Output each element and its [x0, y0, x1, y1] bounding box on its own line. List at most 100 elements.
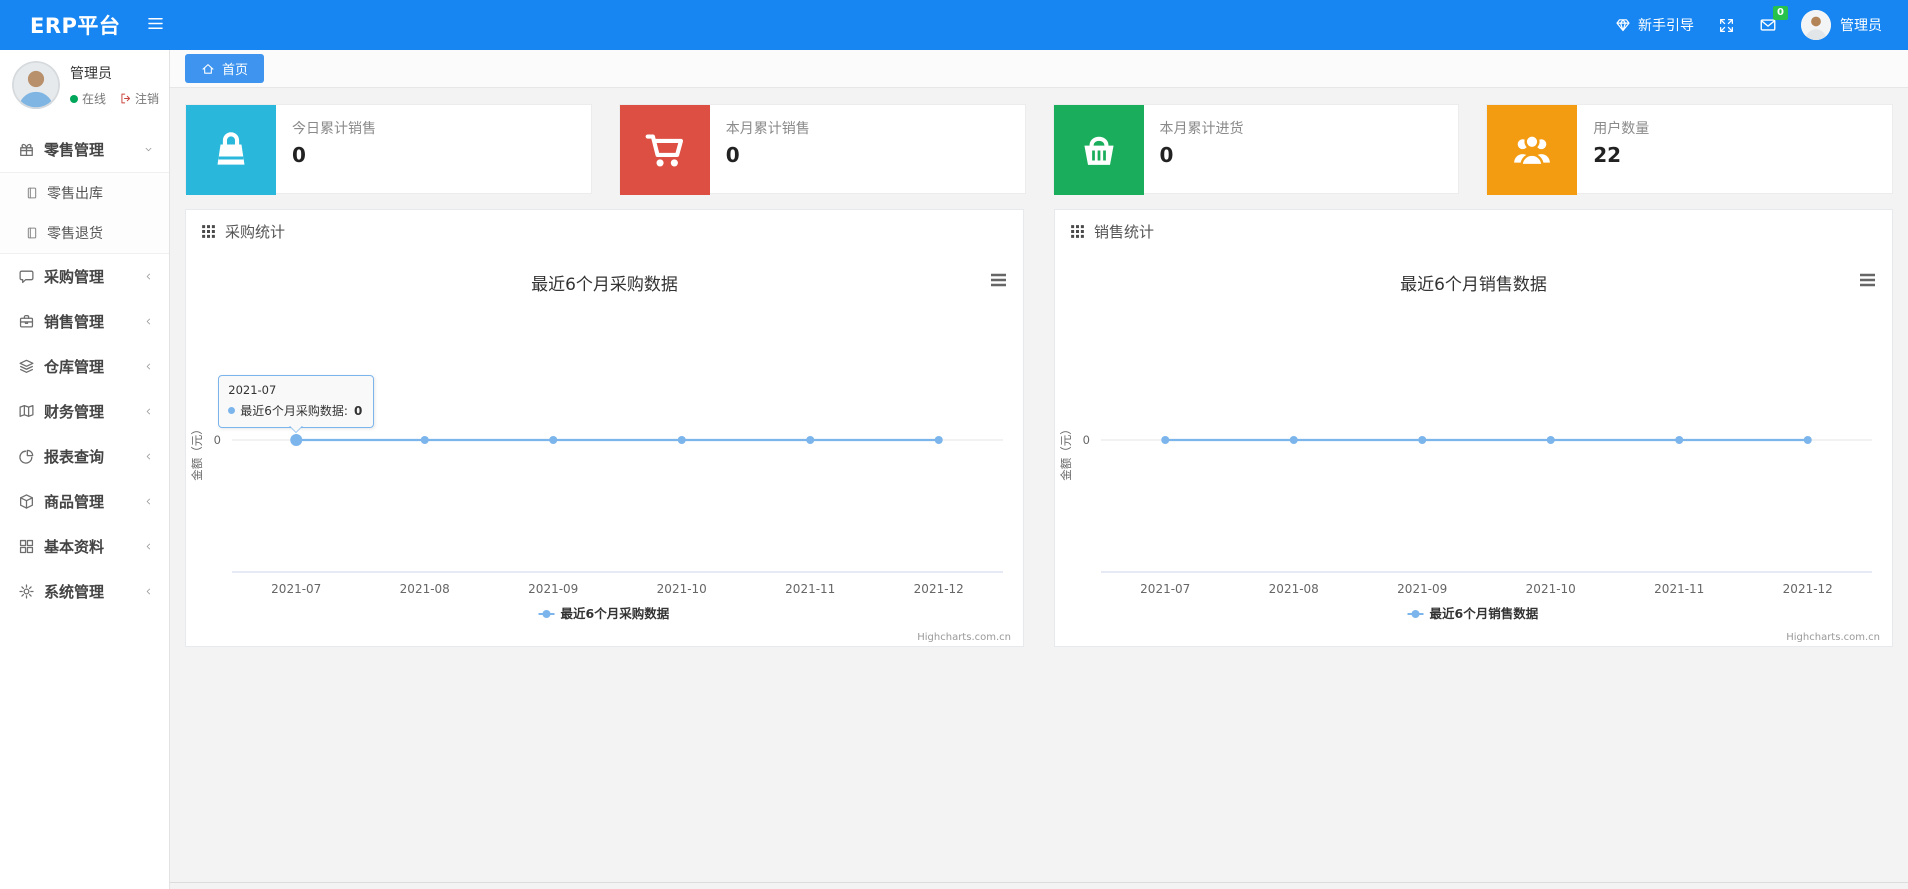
data-point[interactable] [1546, 436, 1555, 444]
grid4-icon [18, 538, 35, 555]
sidebar-item-finance-management[interactable]: 财务管理 [0, 389, 169, 434]
data-point[interactable] [420, 436, 429, 444]
sidebar-item-label: 财务管理 [44, 403, 105, 421]
file-icon [25, 226, 39, 240]
grid-icon [201, 224, 216, 239]
tooltip-label: 最近6个月采购数据: [240, 404, 348, 418]
data-point[interactable] [549, 436, 558, 444]
x-tick-label: 2021-11 [1654, 582, 1704, 596]
purchase-chart[interactable]: 最近6个月采购数据 金额（元） 0 2021-07 2021-08 2021-09 2021… [186, 250, 1023, 646]
sidebar-item-label: 零售管理 [44, 141, 105, 159]
data-point[interactable] [1418, 436, 1427, 444]
stat-value: 0 [725, 143, 740, 167]
series-dot-icon [228, 407, 236, 414]
sidebar-item-warehouse-management[interactable]: 仓库管理 [0, 344, 169, 389]
logout-link[interactable]: 注销 [119, 90, 159, 107]
messages-badge: 0 [1773, 6, 1788, 20]
cart-icon [619, 105, 710, 195]
y-tick-label: 0 [214, 433, 221, 447]
main-content: 首页 今日累计销售 0 本月累计销售 0 本月累计进货 0 用户数量 22 采购统计 最近6个… [170, 50, 1908, 889]
purchase-stats-panel: 采购统计 最近6个月采购数据 金额（元） 0 2021-07 2021-08 2021-0… [185, 209, 1024, 647]
breadcrumb: 首页 [170, 50, 1908, 88]
home-icon [201, 62, 215, 76]
sidebar-user-name: 管理员 [70, 66, 112, 82]
hamburger-icon [1860, 273, 1875, 287]
sidebar-item-purchase-management[interactable]: 采购管理 [0, 254, 169, 299]
x-tick-label: 2021-11 [785, 582, 835, 596]
sidebar-item-basic-data[interactable]: 基本资料 [0, 524, 169, 569]
data-point[interactable] [677, 436, 686, 444]
sidebar-item-label: 报表查询 [44, 448, 105, 466]
line-chart[interactable]: 最近6个月销售数据金额（元） 02021-07 2021-08 2021-09 2021… [1055, 250, 1892, 646]
chart-menu-button[interactable] [1860, 273, 1875, 287]
hamburger-icon [146, 14, 165, 37]
user-menu[interactable]: 管理员 [1801, 10, 1882, 40]
stat-title: 今日累计销售 [292, 121, 376, 137]
stat-title: 用户数量 [1593, 121, 1650, 137]
stat-card-month-sales[interactable]: 本月累计销售 0 [618, 104, 1026, 195]
basket-icon [1053, 105, 1144, 195]
user-name: 管理员 [1840, 18, 1882, 34]
layers-icon [18, 358, 35, 375]
chevron-left-icon [143, 586, 154, 597]
data-point[interactable] [806, 436, 815, 444]
sidebar-item-report-query[interactable]: 报表查询 [0, 434, 169, 479]
sidebar-item-retail-outbound[interactable]: 零售出库 [0, 173, 169, 213]
sidebar-item-label: 零售出库 [47, 186, 103, 202]
legend-item[interactable]: 最近6个月采购数据 [538, 606, 670, 621]
x-tick-label: 2021-10 [1526, 582, 1576, 596]
data-point[interactable] [1803, 436, 1812, 444]
highcharts-credits[interactable]: Highcharts.com.cn [1786, 632, 1880, 643]
line-chart[interactable]: 最近6个月采购数据金额（元） 02021-07 2021-08 2021-09 2021… [186, 250, 1023, 646]
legend-label: 最近6个月采购数据 [561, 606, 670, 621]
x-tick-label: 2021-09 [1397, 582, 1447, 596]
panel-header: 销售统计 [1055, 210, 1892, 250]
brand-logo[interactable]: ERP平台 [0, 10, 146, 40]
sales-chart[interactable]: 最近6个月销售数据 金额（元） 0 2021-07 2021-08 2021-09 2021… [1055, 250, 1892, 646]
sidebar-item-retail-management[interactable]: 零售管理 [0, 127, 169, 172]
legend-marker-icon [542, 610, 551, 618]
sidebar-item-sales-management[interactable]: 销售管理 [0, 299, 169, 344]
tooltip-date: 2021-07 [228, 383, 277, 397]
stat-card-month-purchase[interactable]: 本月累计进货 0 [1052, 104, 1460, 195]
tab-home[interactable]: 首页 [185, 54, 265, 83]
gear-icon [18, 583, 35, 600]
sidebar-item-retail-return[interactable]: 零售退货 [0, 213, 169, 253]
stat-title: 本月累计销售 [725, 121, 810, 137]
data-point[interactable] [1289, 436, 1298, 444]
chart-menu-button[interactable] [991, 273, 1006, 287]
stat-value: 0 [292, 143, 306, 167]
data-point[interactable] [1161, 436, 1170, 444]
chevron-left-icon [143, 451, 154, 462]
sidebar-item-label: 商品管理 [44, 493, 105, 511]
avatar [1801, 10, 1831, 40]
fullscreen-button[interactable] [1718, 17, 1735, 34]
x-tick-label: 2021-07 [1140, 582, 1190, 596]
legend-item[interactable]: 最近6个月销售数据 [1407, 606, 1539, 621]
sidebar-item-label: 基本资料 [44, 538, 105, 556]
online-status-icon [70, 94, 78, 103]
legend-marker-icon [1411, 610, 1420, 618]
hamburger-icon [991, 273, 1006, 287]
sidebar-toggle-button[interactable] [146, 14, 165, 37]
stat-card-user-count[interactable]: 用户数量 22 [1486, 104, 1893, 195]
x-tick-label: 2021-10 [657, 582, 707, 596]
messages-button[interactable]: 0 [1759, 6, 1788, 34]
chevron-left-icon [143, 316, 154, 327]
panel-title: 采购统计 [225, 222, 286, 241]
chevron-left-icon [143, 271, 154, 282]
data-point[interactable] [934, 436, 943, 444]
chart-title: 最近6个月采购数据 [531, 275, 678, 295]
novice-guide-button[interactable]: 新手引导 [1615, 15, 1694, 35]
stat-value: 22 [1593, 143, 1622, 167]
stat-card-today-sales[interactable]: 今日累计销售 0 [185, 104, 592, 195]
chart-title: 最近6个月销售数据 [1400, 275, 1547, 295]
panel-title: 销售统计 [1094, 222, 1155, 241]
highcharts-credits[interactable]: Highcharts.com.cn [917, 632, 1011, 643]
data-point[interactable] [1675, 436, 1684, 444]
sidebar-item-system-management[interactable]: 系统管理 [0, 569, 169, 614]
sidebar-item-goods-management[interactable]: 商品管理 [0, 479, 169, 524]
sidebar-menu: 零售管理零售出库零售退货采购管理 销售管理 仓库管理财务管理报表查询商品管理基本资料… [0, 127, 169, 614]
sidebar-item-label: 零售退货 [47, 226, 103, 242]
footer-divider [170, 882, 1908, 889]
